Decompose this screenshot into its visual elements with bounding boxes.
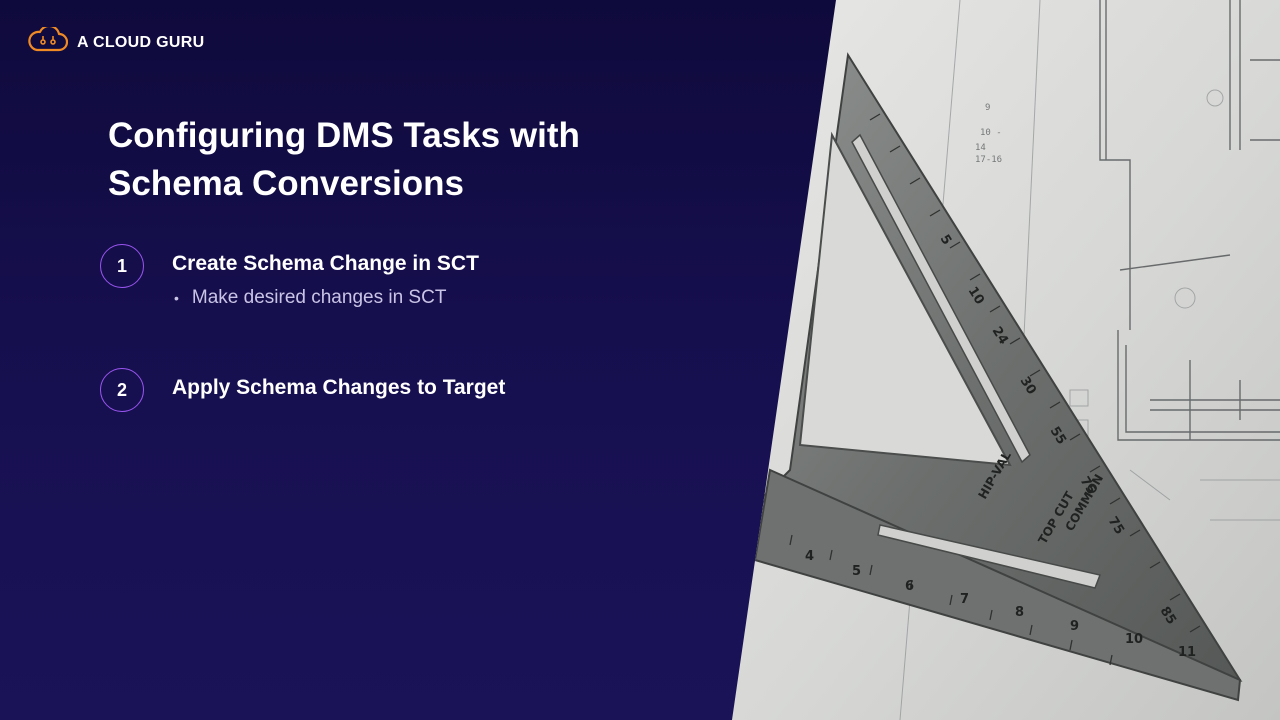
step-body: Apply Schema Changes to Target [172,368,505,402]
slide-title: Configuring DMS Tasks with Schema Conver… [108,112,708,208]
ruler-mark: 4 [805,549,814,564]
step-title: Apply Schema Changes to Target [172,376,506,399]
step-1: 1 Create Schema Change in SCT • Make des… [100,244,479,310]
svg-text:17-16: 17-16 [975,155,1002,165]
svg-text:14: 14 [975,143,986,153]
ruler-mark: 5 [852,564,861,579]
slide-title-line-2: Schema Conversions [108,164,464,203]
slide-title-line-1: Configuring DMS Tasks with [108,116,580,155]
ruler-mark: 10 [1125,632,1143,647]
step-2: 2 Apply Schema Changes to Target [100,368,505,412]
ruler-mark: 6 [905,579,914,594]
step-title: Create Schema Change in SCT [172,252,479,275]
ruler-mark: 8 [1015,605,1024,620]
brand-name: A CLOUD GURU [77,33,205,51]
slide: 9 10 - 14 17-16 5 10 24 30 55 75 75 85 4… [0,0,1280,720]
ruler-mark: 7 [960,592,969,607]
svg-text:9: 9 [985,103,990,113]
step-number-badge: 1 [100,244,144,288]
brand-logo[interactable]: A CLOUD GURU [26,24,205,58]
bullet-dot-icon: • [174,290,179,306]
step-bullet: • Make desired changes in SCT [172,286,479,310]
cloud-logo-icon [26,24,69,58]
step-body: Create Schema Change in SCT • Make desir… [172,244,479,310]
ruler-mark: 9 [1070,619,1079,634]
ruler-mark: 11 [1178,645,1196,660]
step-number-badge: 2 [100,368,144,412]
svg-text:10 -: 10 - [980,128,1002,138]
step-bullet-text: Make desired changes in SCT [191,287,447,308]
